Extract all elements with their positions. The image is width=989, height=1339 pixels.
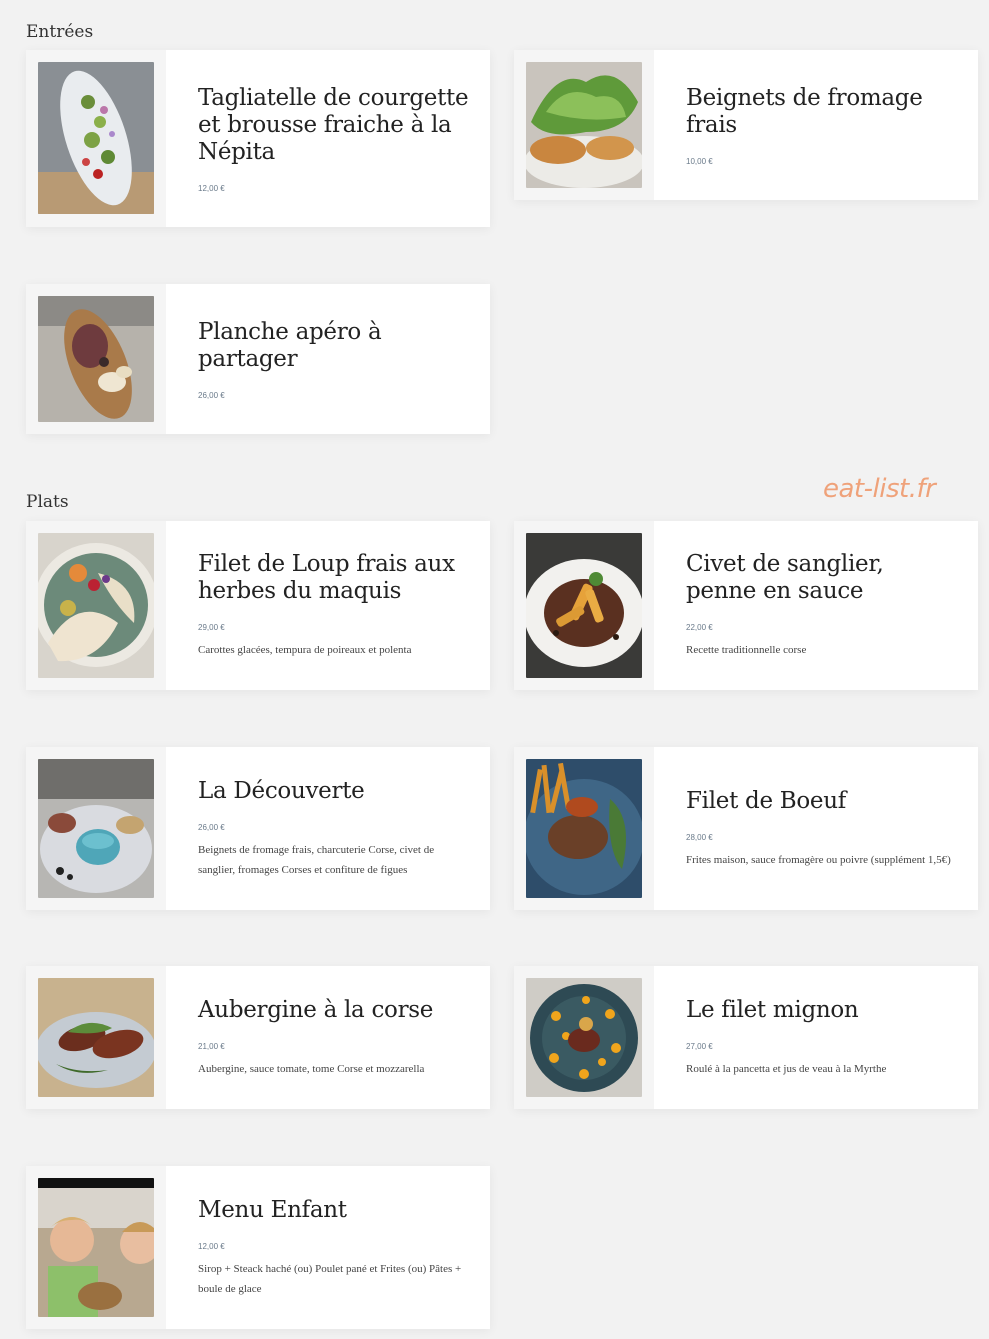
menu-item-card[interactable]: La Découverte 26,00 € Beignets de fromag… [26, 747, 490, 910]
photo-column [514, 966, 654, 1109]
dish-price: 21,00 € [198, 1041, 225, 1051]
photo-column [514, 521, 654, 690]
dish-price: 10,00 € [686, 156, 713, 166]
photo-column [514, 747, 654, 910]
children-at-table-photo [38, 1178, 154, 1317]
dish-price: 26,00 € [198, 822, 225, 832]
dish-price: 27,00 € [686, 1041, 713, 1051]
photo-column [26, 284, 166, 434]
dish-name: Menu Enfant [198, 1196, 347, 1223]
dish-price: 12,00 € [198, 183, 225, 193]
dish-name: La Découverte [198, 777, 365, 804]
dish-description: Beignets de fromage frais, charcuterie C… [198, 843, 435, 876]
zucchini-plate-photo [38, 62, 154, 214]
dish-name: Filet de Loup frais aux herbes du maquis [198, 551, 455, 604]
cheese-fritters-salad-photo [526, 62, 642, 188]
dish-name: Planche apéro à partager [198, 318, 382, 372]
dish-description: Roulé à la pancetta et jus de veau à la … [686, 1062, 887, 1075]
menu-item-card[interactable]: Beignets de fromage frais 10,00 € [514, 50, 978, 200]
menu-item-card[interactable]: Filet de Boeuf 28,00 € Frites maison, sa… [514, 747, 978, 910]
menu-item-card[interactable]: Tagliatelle de courgette et brousse frai… [26, 50, 490, 227]
menu-item-card[interactable]: Filet de Loup frais aux herbes du maquis… [26, 521, 490, 690]
aubergine-plate-photo [38, 978, 154, 1097]
boar-stew-penne-photo [526, 533, 642, 678]
dish-description: Frites maison, sauce fromagère ou poivre… [686, 853, 951, 866]
filet-mignon-photo [526, 978, 642, 1097]
section-title-entrees: Entrées [26, 22, 94, 42]
photo-column [514, 50, 654, 200]
dish-description: Sirop + Steack haché (ou) Poulet pané et… [198, 1262, 462, 1295]
dish-description: Recette traditionnelle corse [686, 644, 807, 656]
discovery-platter-photo [38, 759, 154, 898]
dish-name: Civet de sanglier, penne en sauce [686, 551, 884, 604]
dish-price: 26,00 € [198, 390, 225, 400]
dish-description: Carottes glacées, tempura de poireaux et… [198, 644, 412, 656]
watermark: eat-list.fr [823, 474, 936, 504]
sea-bass-plate-photo [38, 533, 154, 678]
dish-price: 12,00 € [198, 1241, 225, 1251]
dish-price: 28,00 € [686, 832, 713, 842]
menu-item-card[interactable]: Civet de sanglier, penne en sauce 22,00 … [514, 521, 978, 690]
menu-item-card[interactable]: Aubergine à la corse 21,00 € Aubergine, … [26, 966, 490, 1109]
photo-column [26, 50, 166, 227]
charcuterie-board-photo [38, 296, 154, 422]
menu-item-card[interactable]: Planche apéro à partager 26,00 € [26, 284, 490, 434]
dish-name: Le filet mignon [686, 996, 859, 1023]
photo-column [26, 1166, 166, 1329]
photo-column [26, 521, 166, 690]
photo-column [26, 966, 166, 1109]
dish-name: Beignets de fromage frais [686, 84, 923, 138]
beef-fillet-fries-photo [526, 759, 642, 898]
dish-name: Aubergine à la corse [198, 996, 434, 1023]
dish-price: 29,00 € [198, 623, 225, 632]
dish-name: Filet de Boeuf [686, 787, 846, 814]
dish-description: Aubergine, sauce tomate, tome Corse et m… [198, 1062, 425, 1075]
menu-item-card[interactable]: Le filet mignon 27,00 € Roulé à la pance… [514, 966, 978, 1109]
photo-column [26, 747, 166, 910]
section-title-plats: Plats [26, 492, 69, 512]
dish-name: Tagliatelle de courgette et brousse frai… [198, 84, 469, 165]
dish-price: 22,00 € [686, 623, 713, 632]
menu-item-card[interactable]: Menu Enfant 12,00 € Sirop + Steack haché… [26, 1166, 490, 1329]
